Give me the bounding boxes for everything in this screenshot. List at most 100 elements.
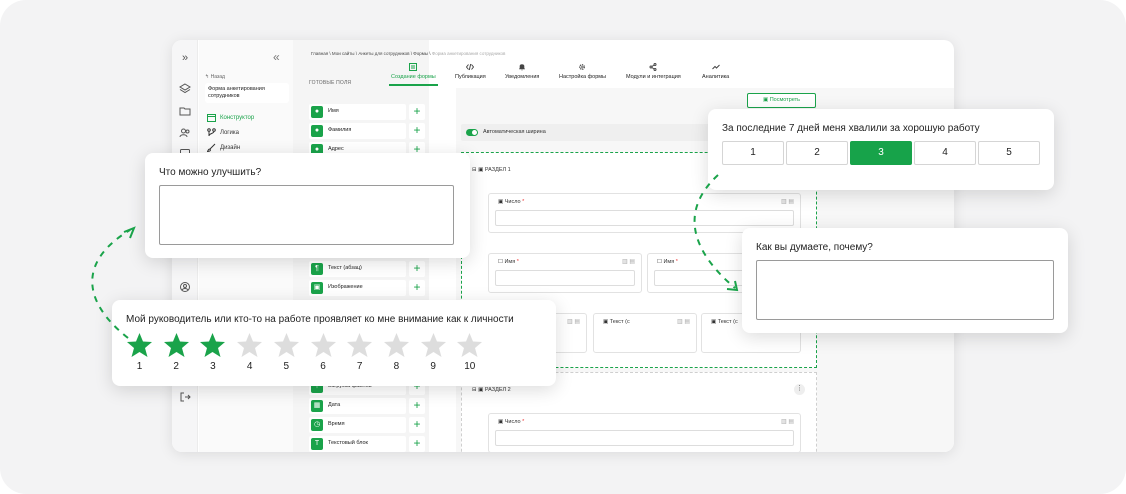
- users-icon[interactable]: [179, 127, 191, 139]
- tab-publish[interactable]: Публикация: [455, 63, 486, 80]
- fields-title: ГОТОВЫЕ ПОЛЯ: [309, 80, 352, 86]
- breadcrumb-current: Форма анкетирования сотрудников: [431, 51, 506, 56]
- form-name: Форма анкетирования сотрудников: [205, 83, 289, 103]
- add-field-button[interactable]: +: [409, 261, 425, 277]
- star-icon: [457, 333, 483, 357]
- form-icon: [409, 63, 418, 71]
- field-card-text: Текст (с: [717, 319, 738, 325]
- breadcrumb-item[interactable]: Мои сайты: [332, 51, 355, 56]
- scale-options: 1 2 3 4 5: [722, 141, 1040, 165]
- field-card-input[interactable]: [495, 270, 635, 286]
- profile-icon[interactable]: [179, 281, 191, 293]
- tab-notifications[interactable]: Уведомления: [505, 63, 539, 80]
- star-icon: [273, 333, 299, 357]
- breadcrumb-item[interactable]: Формы: [413, 51, 428, 56]
- person-icon: ●: [311, 125, 323, 137]
- card-why: Как вы думаете, почему?: [742, 228, 1068, 333]
- field-label: Изображение: [328, 284, 363, 290]
- field-item-time[interactable]: ◷ Время +: [309, 417, 426, 433]
- add-field-button[interactable]: +: [409, 280, 425, 296]
- scale-option[interactable]: 5: [978, 141, 1040, 165]
- star-9[interactable]: 9: [420, 332, 447, 372]
- star-icon: [200, 333, 226, 357]
- preview-button[interactable]: ▣ Посмотреть: [747, 93, 816, 108]
- star-10[interactable]: 10: [456, 332, 483, 372]
- field-item-surname[interactable]: ● Фамилия +: [309, 123, 426, 139]
- star-4[interactable]: 4: [236, 332, 263, 372]
- star-3[interactable]: 3: [199, 332, 226, 372]
- field-card-tools[interactable]: ▥ ▤: [567, 318, 580, 325]
- star-1[interactable]: 1: [126, 332, 153, 372]
- star-8[interactable]: 8: [383, 332, 410, 372]
- auto-width-toggle[interactable]: [466, 129, 478, 136]
- collapse-icon[interactable]: «: [273, 50, 280, 64]
- clock-icon: ◷: [311, 419, 323, 431]
- star-number: 5: [283, 361, 290, 372]
- code-icon: [466, 63, 475, 71]
- star-7[interactable]: 7: [346, 332, 373, 372]
- field-label: Дата: [328, 402, 341, 408]
- star-number: 4: [246, 361, 253, 372]
- field-card-text-2[interactable]: ▣ Текст (с ▥ ▤: [593, 313, 697, 353]
- section-title: ⊟ ▣ РАЗДЕЛ 2: [472, 387, 511, 393]
- layers-icon[interactable]: [179, 83, 191, 95]
- card-question: Мой руководитель или кто-то на работе пр…: [126, 314, 514, 325]
- nav-item-constructor[interactable]: Конструктор: [207, 113, 254, 122]
- field-button[interactable]: [309, 104, 406, 120]
- top-nav: Главная \ Мои сайты \ Анкеты для сотрудн…: [311, 40, 954, 88]
- star-5[interactable]: 5: [273, 332, 300, 372]
- field-button[interactable]: [309, 417, 406, 433]
- add-field-button[interactable]: +: [409, 398, 425, 414]
- field-item-paragraph[interactable]: ¶ Текст (абзац) +: [309, 261, 426, 277]
- breadcrumb-item[interactable]: Главная: [311, 51, 328, 56]
- star-number: 9: [430, 361, 436, 372]
- nav-item-design[interactable]: Дизайн: [207, 143, 240, 152]
- field-card-text: Имя: [663, 259, 675, 265]
- field-item-name[interactable]: ● Имя +: [309, 104, 426, 120]
- field-card-name-1[interactable]: ☐ Имя * ▥ ▤: [488, 253, 642, 293]
- scale-option[interactable]: 4: [914, 141, 976, 165]
- tab-create-form[interactable]: Создание формы: [389, 63, 438, 86]
- scale-option-selected[interactable]: 3: [850, 141, 912, 165]
- add-field-button[interactable]: +: [409, 417, 425, 433]
- person-icon: ●: [311, 106, 323, 118]
- star-6[interactable]: 6: [310, 332, 337, 372]
- tab-form-settings[interactable]: Настройка формы: [559, 63, 606, 80]
- field-card-tools[interactable]: ▥ ▤: [677, 318, 690, 325]
- field-card-tools[interactable]: ▥ ▤: [622, 258, 635, 265]
- field-item-textblock[interactable]: T Текстовый блок +: [309, 436, 426, 452]
- scale-option[interactable]: 2: [786, 141, 848, 165]
- tab-integrations[interactable]: Модули и интеграция: [626, 63, 681, 80]
- field-card-input[interactable]: [495, 210, 794, 226]
- field-label: Адрес: [328, 146, 344, 152]
- improve-textarea[interactable]: [159, 185, 454, 245]
- folder-icon[interactable]: [179, 105, 191, 117]
- field-item-image[interactable]: ▣ Изображение +: [309, 280, 426, 296]
- add-field-button[interactable]: +: [409, 123, 425, 139]
- field-card-tools[interactable]: ▥ ▤: [781, 198, 794, 205]
- field-button[interactable]: [309, 398, 406, 414]
- star-number: 10: [464, 361, 476, 372]
- add-field-button[interactable]: +: [409, 104, 425, 120]
- field-card-number-2[interactable]: ▣ Число * ▥ ▤: [488, 413, 801, 452]
- field-card-label: ▣ Текст (с: [711, 319, 738, 325]
- field-card-input[interactable]: [495, 430, 794, 446]
- tab-analytics[interactable]: Аналитика: [702, 63, 729, 80]
- date-icon: ▦: [311, 400, 323, 412]
- field-card-tools[interactable]: ▥ ▤: [781, 418, 794, 425]
- nav-item-logic[interactable]: Логика: [207, 128, 239, 137]
- section-menu-icon[interactable]: ⋮: [794, 384, 805, 395]
- add-field-button[interactable]: +: [409, 436, 425, 452]
- bell-icon: [519, 64, 526, 71]
- breadcrumb-item[interactable]: Анкеты для сотрудников: [358, 51, 409, 56]
- field-button[interactable]: [309, 123, 406, 139]
- field-item-date[interactable]: ▦ Дата +: [309, 398, 426, 414]
- logout-icon[interactable]: [179, 391, 191, 403]
- why-textarea[interactable]: [756, 260, 1054, 320]
- scale-option[interactable]: 1: [722, 141, 784, 165]
- star-2[interactable]: 2: [163, 332, 190, 372]
- back-link[interactable]: ↰ Назад: [205, 74, 225, 80]
- card-question: Что можно улучшить?: [159, 167, 262, 178]
- field-card-number[interactable]: ▣ Число * ▥ ▤: [488, 193, 801, 233]
- expand-icon[interactable]: »: [179, 52, 191, 64]
